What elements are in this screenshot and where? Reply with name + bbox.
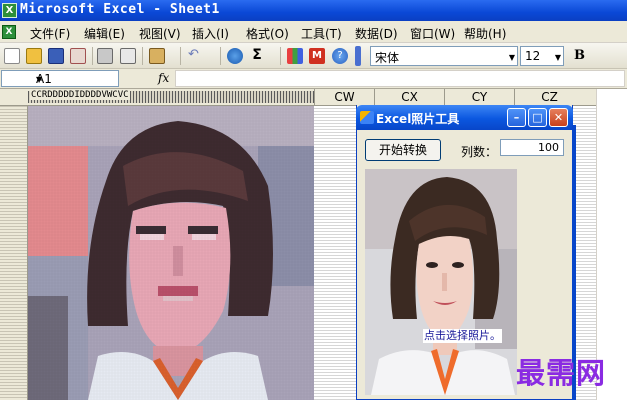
name-box[interactable]: A1 ▼ [1, 70, 119, 87]
menu-data[interactable]: 数据(D) [355, 25, 398, 42]
toolbar-separator [280, 47, 281, 65]
menu-format[interactable]: 格式(O) [246, 25, 289, 42]
cell-mosaic-portrait[interactable] [28, 106, 314, 400]
minimize-icon[interactable]: – [507, 108, 526, 127]
autosum-icon[interactable]: Σ [249, 48, 265, 64]
column-header-row: CCRDDDDDIDDDDVWCVC CW CX CY CZ [0, 89, 596, 106]
portrait-photo [365, 169, 517, 395]
dialog-title-bar[interactable]: Excel照片工具 – □ ✕ [356, 105, 573, 130]
new-icon[interactable] [4, 48, 20, 64]
fx-icon[interactable]: fx [158, 71, 169, 85]
print-icon[interactable] [97, 48, 113, 64]
column-header-cx[interactable]: CX [374, 89, 444, 106]
toolbar-separator [92, 47, 93, 65]
formula-input[interactable] [175, 70, 625, 87]
standard-toolbar: ↶ Σ M ? 宋体 ▼ 12 ▼ B [0, 43, 627, 69]
macro-icon[interactable]: M [309, 48, 325, 64]
undo-icon[interactable]: ↶ [188, 48, 204, 64]
watermark-logo: 最需网 [516, 356, 607, 390]
toolbar-separator [142, 47, 143, 65]
menu-insert[interactable]: 插入(I) [192, 25, 229, 42]
help-icon[interactable]: ? [332, 48, 348, 64]
toolbar-grip[interactable] [355, 46, 361, 66]
chart-icon[interactable] [287, 48, 303, 64]
toolbar-separator [180, 47, 181, 65]
column-header-cw[interactable]: CW [314, 89, 374, 106]
font-size-select[interactable]: 12 ▼ [520, 46, 564, 66]
permission-icon[interactable] [70, 48, 86, 64]
dialog-title: Excel照片工具 [376, 112, 460, 126]
toolbar-separator [220, 47, 221, 65]
menu-tools[interactable]: 工具(T) [301, 25, 342, 42]
menu-edit[interactable]: 编辑(E) [84, 25, 125, 42]
crowded-column-header-text: CCRDDDDDIDDDDVWCVC [30, 90, 130, 100]
font-name-select[interactable]: 宋体 ▼ [370, 46, 518, 66]
save-icon[interactable] [48, 48, 64, 64]
close-icon[interactable]: ✕ [549, 108, 568, 127]
hyperlink-icon[interactable] [227, 48, 243, 64]
excel-icon[interactable]: X [2, 3, 17, 18]
title-bar: X Microsoft Excel - Sheet1 [0, 0, 627, 21]
menu-view[interactable]: 视图(V) [139, 25, 181, 42]
photo-hint: 点击选择照片。 [423, 329, 502, 343]
dialog-app-icon [360, 111, 374, 124]
column-header-cy[interactable]: CY [444, 89, 514, 106]
open-icon[interactable] [26, 48, 42, 64]
window-title: Microsoft Excel - Sheet1 [20, 2, 220, 17]
formula-bar: A1 ▼ fx [0, 69, 627, 89]
menu-window[interactable]: 窗口(W) [410, 25, 455, 42]
font-name-value: 宋体 [375, 51, 400, 65]
column-header-cz[interactable]: CZ [514, 89, 584, 106]
columns-label: 列数： [461, 145, 498, 159]
font-size-value: 12 [525, 49, 541, 63]
chevron-down-icon[interactable]: ▼ [36, 75, 112, 84]
menu-file[interactable]: 文件(F) [30, 25, 70, 42]
row-header-column[interactable] [0, 106, 28, 400]
photo-picker[interactable]: 点击选择照片。 [365, 169, 517, 395]
start-convert-button[interactable]: 开始转换 [365, 139, 441, 161]
preview-icon[interactable] [120, 48, 136, 64]
chevron-down-icon[interactable]: ▼ [509, 53, 515, 62]
maximize-icon[interactable]: □ [528, 108, 547, 127]
chevron-down-icon[interactable]: ▼ [555, 53, 561, 62]
menu-help[interactable]: 帮助(H) [464, 25, 506, 42]
workbook-icon[interactable]: X [2, 25, 16, 39]
columns-input[interactable]: 100 [500, 139, 564, 156]
paste-icon[interactable] [149, 48, 165, 64]
menu-bar: X 文件(F) 编辑(E) 视图(V) 插入(I) 格式(O) 工具(T) 数据… [0, 21, 627, 43]
bold-button[interactable]: B [574, 48, 585, 63]
